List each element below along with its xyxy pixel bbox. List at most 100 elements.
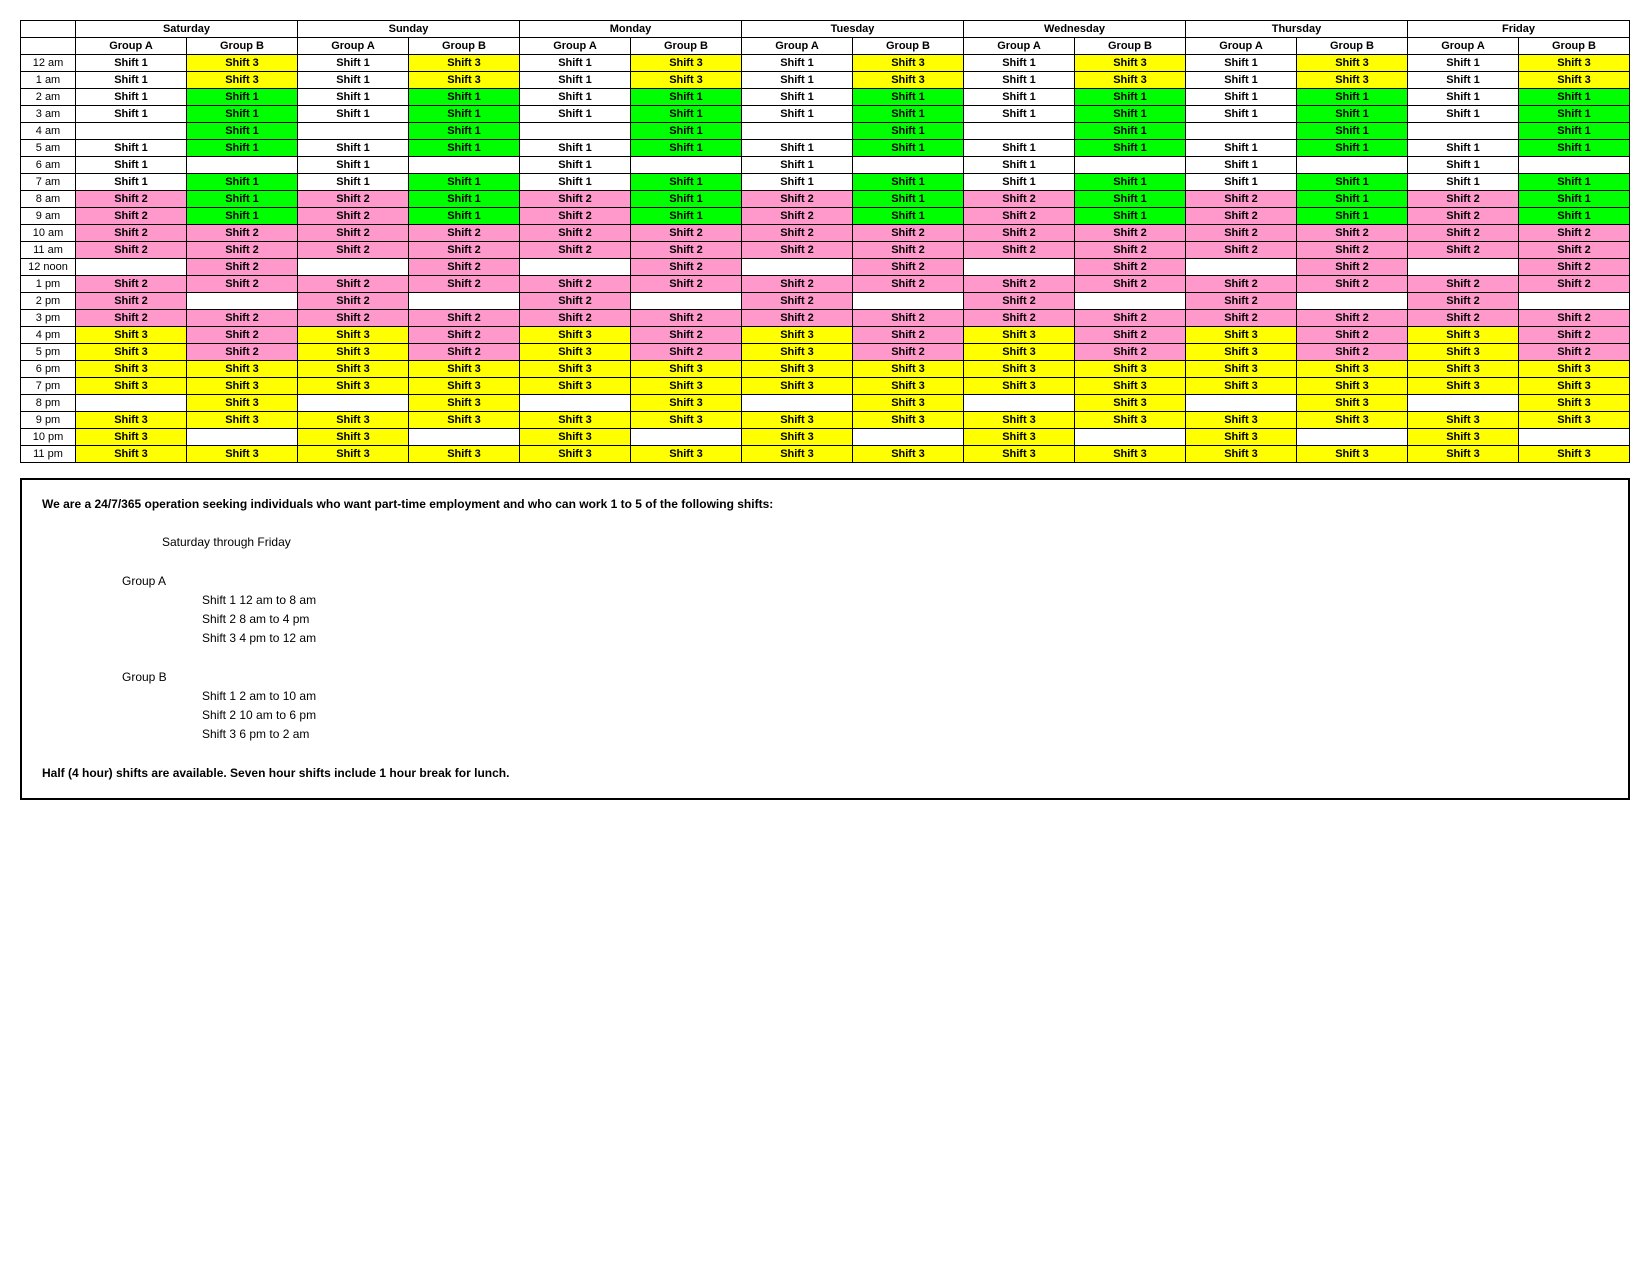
shift-cell: Shift 3 [409,361,520,378]
shift-cell: Shift 3 [1519,412,1630,429]
shift-cell: Shift 3 [298,412,409,429]
fri-ga-header: Group A [1408,38,1519,55]
shift-cell: Shift 2 [1075,276,1186,293]
shift-cell: Shift 1 [1075,123,1186,140]
shift-cell [1297,157,1408,174]
thu-ga-header: Group A [1186,38,1297,55]
shift-cell: Shift 3 [1075,72,1186,89]
time-label: 9 am [21,208,76,225]
shift-cell: Shift 3 [1075,446,1186,463]
shift-cell: Shift 1 [409,123,520,140]
time-label: 2 pm [21,293,76,310]
shift-cell [298,259,409,276]
shift-cell [742,123,853,140]
shift-cell: Shift 1 [187,208,298,225]
shift-cell [853,157,964,174]
shift-cell: Shift 1 [298,89,409,106]
shift-cell: Shift 3 [1186,378,1297,395]
shift-cell: Shift 2 [520,293,631,310]
shift-cell: Shift 1 [1297,89,1408,106]
shift-cell: Shift 3 [742,378,853,395]
shift-cell [76,123,187,140]
shift-cell [520,395,631,412]
shift-cell: Shift 3 [76,429,187,446]
shift-cell: Shift 2 [853,344,964,361]
shift-cell: Shift 1 [853,191,964,208]
shift-cell: Shift 3 [298,378,409,395]
shift-cell: Shift 1 [631,140,742,157]
shift-cell: Shift 2 [631,259,742,276]
shift-cell: Shift 1 [631,208,742,225]
shift-cell [631,429,742,446]
shift-cell: Shift 3 [409,395,520,412]
shift-cell: Shift 1 [298,174,409,191]
shift-cell: Shift 3 [1075,361,1186,378]
shift-cell: Shift 2 [409,310,520,327]
shift-cell: Shift 3 [520,344,631,361]
shift-cell: Shift 1 [853,174,964,191]
group-a-shifts: Shift 1 12 am to 8 amShift 2 8 am to 4 p… [42,591,1608,649]
shift-cell: Shift 1 [631,106,742,123]
shift-cell: Shift 3 [1408,361,1519,378]
shift-cell: Shift 1 [409,89,520,106]
shift-cell [187,429,298,446]
tue-ga-header: Group A [742,38,853,55]
sunday-header: Sunday [298,21,520,38]
shift-cell: Shift 1 [742,89,853,106]
shift-cell [1408,123,1519,140]
shift-cell: Shift 2 [1297,242,1408,259]
shift-cell: Shift 2 [631,327,742,344]
shift-cell: Shift 3 [1408,327,1519,344]
time-label: 1 pm [21,276,76,293]
shift-cell: Shift 2 [298,208,409,225]
shift-cell: Shift 1 [1519,174,1630,191]
shift-cell: Shift 3 [409,72,520,89]
thursday-header: Thursday [1186,21,1408,38]
shift-cell: Shift 3 [520,361,631,378]
shift-cell: Shift 2 [1075,242,1186,259]
shift-cell: Shift 3 [187,72,298,89]
shift-cell: Shift 2 [631,344,742,361]
info-intro: We are a 24/7/365 operation seeking indi… [42,495,1608,514]
shift-cell: Shift 2 [853,259,964,276]
shift-cell: Shift 3 [964,344,1075,361]
shift-cell: Shift 1 [298,55,409,72]
shift-cell [520,123,631,140]
shift-cell: Shift 3 [631,395,742,412]
shift-cell [964,123,1075,140]
shift-cell: Shift 2 [298,293,409,310]
shift-cell: Shift 3 [1186,446,1297,463]
time-label: 8 am [21,191,76,208]
shift-cell: Shift 1 [964,55,1075,72]
shift-cell: Shift 1 [409,174,520,191]
shift-cell: Shift 1 [853,140,964,157]
shift-cell: Shift 1 [1519,106,1630,123]
shift-cell: Shift 1 [964,140,1075,157]
shift-cell: Shift 3 [964,412,1075,429]
mon-gb-header: Group B [631,38,742,55]
shift-cell: Shift 3 [964,327,1075,344]
shift-cell: Shift 1 [1186,89,1297,106]
shift-cell: Shift 3 [742,327,853,344]
shift-cell: Shift 3 [1519,72,1630,89]
shift-cell [1186,395,1297,412]
shift-cell: Shift 3 [298,344,409,361]
shift-cell: Shift 1 [1408,157,1519,174]
shift-cell: Shift 2 [187,225,298,242]
time-label: 7 am [21,174,76,191]
shift-cell: Shift 1 [1075,140,1186,157]
shift-line: Shift 1 12 am to 8 am [202,591,1608,610]
shift-cell: Shift 1 [631,174,742,191]
sat-gb-header: Group B [187,38,298,55]
shift-cell: Shift 3 [298,361,409,378]
shift-cell: Shift 1 [187,191,298,208]
shift-cell: Shift 1 [742,157,853,174]
shift-cell: Shift 2 [1519,242,1630,259]
shift-cell: Shift 2 [298,225,409,242]
shift-cell: Shift 3 [742,446,853,463]
shift-cell [1519,429,1630,446]
shift-cell: Shift 2 [742,293,853,310]
shift-cell: Shift 2 [76,208,187,225]
shift-cell: Shift 1 [520,72,631,89]
shift-cell: Shift 1 [1408,106,1519,123]
